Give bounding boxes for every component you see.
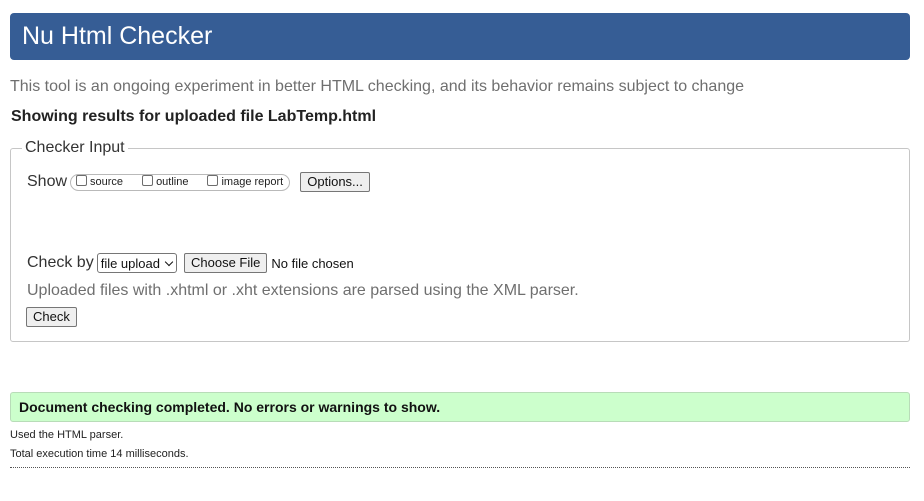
status-message-box: Document checking completed. No errors o… (10, 392, 910, 422)
checker-input-legend: Checker Input (22, 139, 128, 157)
execution-time-info: Total execution time 14 milliseconds. (10, 448, 189, 460)
check-button[interactable]: Check (26, 307, 77, 327)
no-file-text: No file chosen (271, 255, 354, 271)
source-option-label: source (90, 176, 124, 188)
page-title: Nu Html Checker (22, 22, 213, 50)
choose-file-button[interactable]: Choose File (183, 253, 268, 273)
check-by-select[interactable]: file upload (96, 253, 177, 273)
checker-page: Nu Html Checker This tool is an ongoing … (0, 0, 924, 501)
show-source-option[interactable]: source (76, 174, 124, 188)
xml-parser-note: Uploaded files with .xhtml or .xht exten… (27, 282, 579, 299)
show-image-report-option[interactable]: image report (207, 174, 284, 188)
check-by-label: Check by (27, 254, 94, 271)
show-options-group: source outline image report (70, 173, 291, 191)
show-label: Show (27, 173, 68, 190)
image-report-checkbox[interactable] (207, 174, 219, 186)
image-report-option-label: image report (221, 176, 284, 188)
intro-text: This tool is an ongoing experiment in be… (10, 78, 745, 95)
results-heading: Showing results for uploaded file LabTem… (11, 108, 377, 125)
show-outline-option[interactable]: outline (142, 174, 189, 188)
show-options-row: Show source outline image report Options… (27, 171, 370, 193)
status-message: Document checking completed. No errors o… (19, 399, 441, 415)
header-bar: Nu Html Checker (10, 13, 910, 60)
source-checkbox[interactable] (76, 174, 88, 186)
dotted-divider (10, 467, 910, 468)
check-by-row: Check by file upload Choose File No file… (27, 252, 354, 274)
outline-checkbox[interactable] (142, 174, 154, 186)
checker-input-fieldset: Checker Input Show source outline image … (10, 139, 910, 342)
options-button[interactable]: Options... (300, 172, 370, 192)
parser-info: Used the HTML parser. (10, 429, 124, 441)
check-by-selected-value: file upload (100, 255, 160, 271)
chevron-down-icon (164, 258, 174, 268)
outline-option-label: outline (156, 176, 189, 188)
